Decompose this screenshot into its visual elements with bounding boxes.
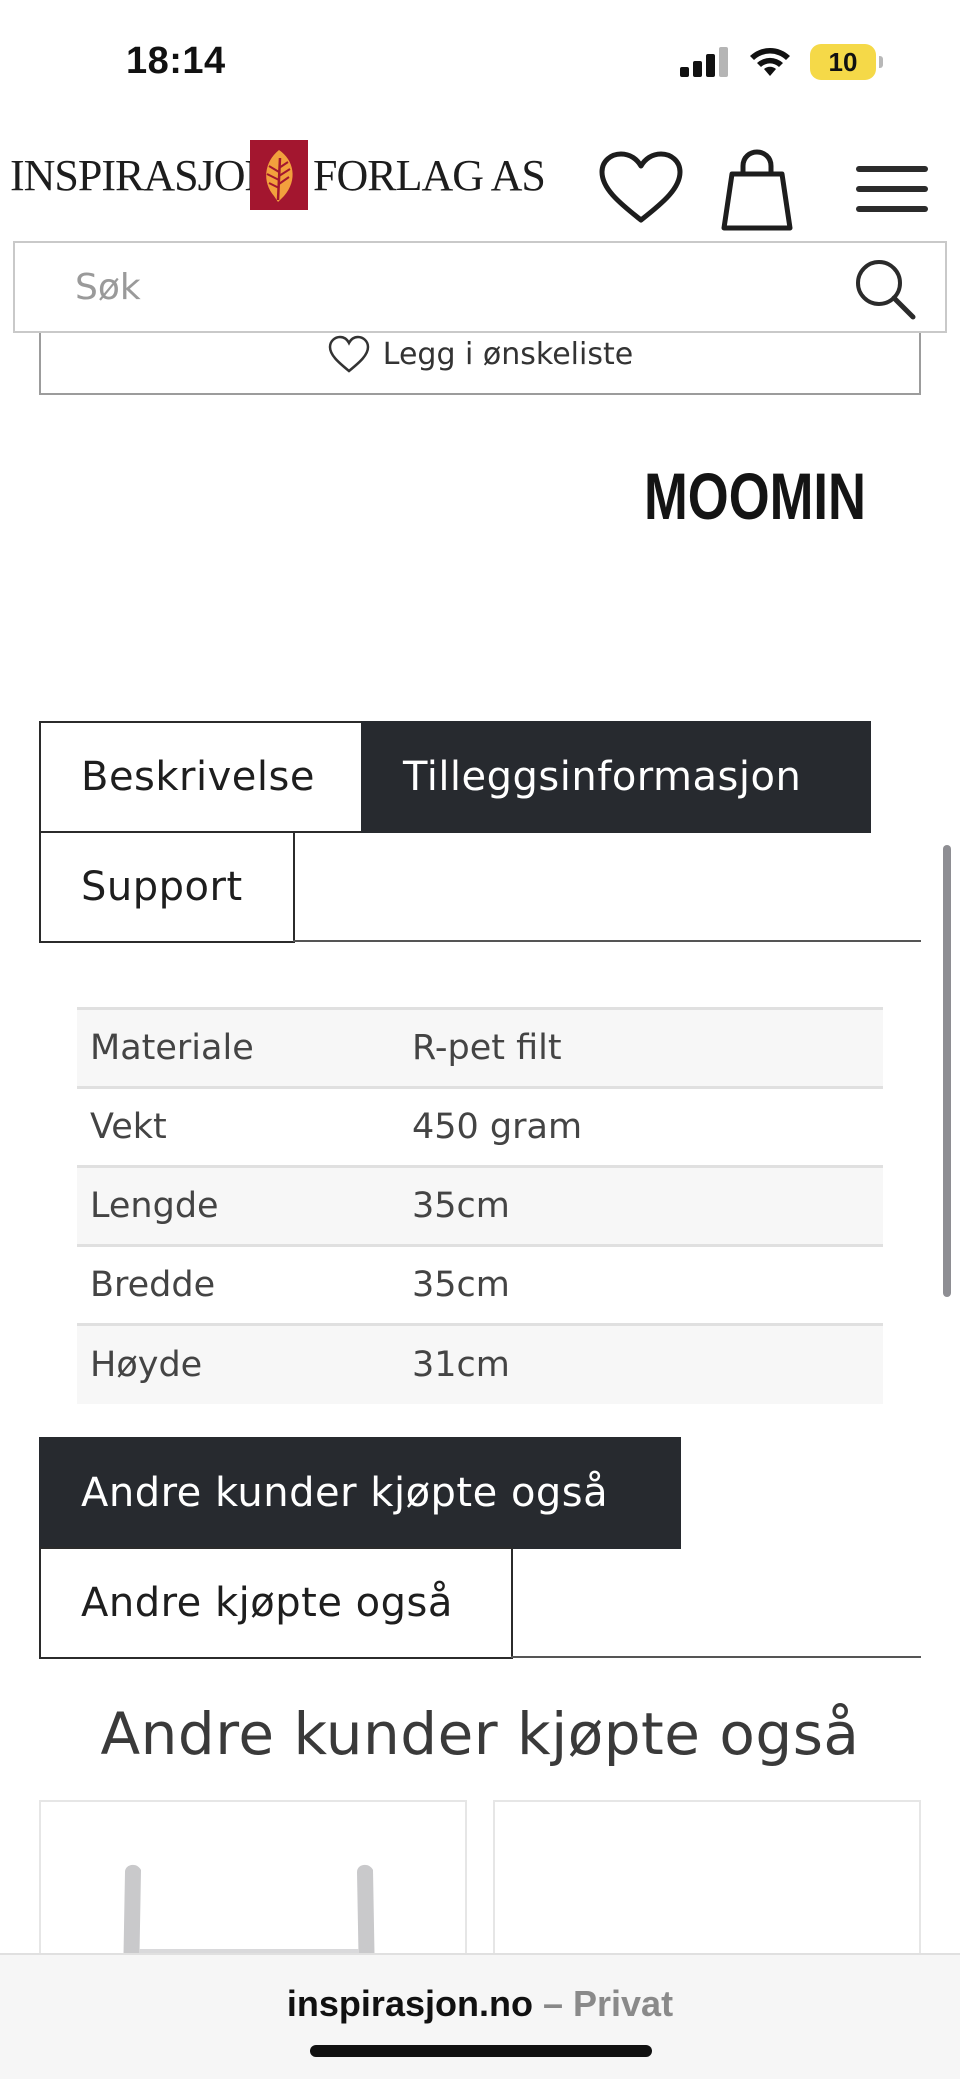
attributes-table: Materiale R-pet filt Vekt 450 gram Lengd… <box>77 1007 883 1404</box>
attribute-value: 450 gram <box>412 1107 583 1147</box>
attribute-label: Materiale <box>90 1028 254 1068</box>
attribute-value: 35cm <box>412 1265 510 1305</box>
scrollbar[interactable] <box>943 845 951 1297</box>
related-products-heading: Andre kunder kjøpte også <box>100 1700 860 1768</box>
tab-additional-info[interactable]: Tilleggsinformasjon <box>361 721 871 833</box>
url-domain: inspirasjon.no <box>286 1983 533 2024</box>
table-row: Vekt 450 gram <box>77 1087 883 1167</box>
table-row: Materiale R-pet filt <box>77 1008 883 1088</box>
search-input[interactable] <box>75 259 775 315</box>
battery-indicator: 10 <box>810 44 883 80</box>
browser-url[interactable]: inspirasjon.no – Privat <box>0 1983 960 2025</box>
heart-icon[interactable] <box>598 150 684 226</box>
shopping-bag-icon[interactable] <box>720 148 794 232</box>
private-mode-label: Privat <box>573 1983 674 2024</box>
table-row: Høyde 31cm <box>77 1324 883 1404</box>
cellular-signal-icon <box>680 47 728 77</box>
battery-level: 10 <box>828 46 858 77</box>
related-tabs-divider <box>511 1656 921 1658</box>
attribute-label: Høyde <box>90 1344 203 1385</box>
attribute-label: Bredde <box>90 1265 216 1305</box>
tab-additional-info-label: Tilleggsinformasjon <box>403 754 802 800</box>
browser-bottom-bar: inspirasjon.no – Privat <box>0 1953 960 2079</box>
tab-support[interactable]: Support <box>39 831 295 943</box>
add-to-wishlist-button[interactable]: Legg i ønskeliste <box>39 333 921 395</box>
wifi-icon <box>750 48 790 76</box>
status-time: 18:14 <box>126 40 226 82</box>
table-row: Lengde 35cm <box>77 1166 883 1246</box>
table-row: Bredde 35cm <box>77 1245 883 1325</box>
url-separator: – <box>542 1983 563 2024</box>
attribute-label: Lengde <box>90 1186 219 1226</box>
tab-others-also-bought-label: Andre kjøpte også <box>81 1580 453 1626</box>
search-icon[interactable] <box>853 257 917 321</box>
hamburger-menu-icon[interactable] <box>856 164 928 214</box>
attribute-value: R-pet filt <box>412 1028 562 1068</box>
status-icons: 10 <box>680 44 883 80</box>
logo-text-right: FORLAG AS <box>313 150 546 200</box>
tab-description-label: Beskrivelse <box>81 754 315 800</box>
attribute-label: Vekt <box>90 1107 167 1147</box>
tab-support-label: Support <box>81 864 243 910</box>
tab-customers-also-bought[interactable]: Andre kunder kjøpte også <box>39 1437 681 1549</box>
attribute-value: 31cm <box>412 1344 510 1385</box>
search-bar <box>13 241 947 333</box>
wishlist-heart-icon <box>328 335 370 373</box>
page: 18:14 10 INSPIRASJON FORLAG AS Søk Legg … <box>0 0 960 2079</box>
brand-logo: MOOMIN <box>644 462 866 528</box>
attribute-value: 35cm <box>412 1186 510 1226</box>
tab-customers-also-bought-label: Andre kunder kjøpte også <box>81 1470 609 1516</box>
site-logo[interactable]: INSPIRASJON FORLAG AS <box>10 140 546 210</box>
tabs-divider <box>293 940 921 942</box>
home-indicator[interactable] <box>310 2045 652 2057</box>
brand-logo-text: MOOMIN <box>644 462 866 528</box>
tab-description[interactable]: Beskrivelse <box>39 721 363 833</box>
wishlist-label: Legg i ønskeliste <box>382 337 634 372</box>
logo-text-left: INSPIRASJON <box>10 150 276 200</box>
tab-others-also-bought[interactable]: Andre kjøpte også <box>39 1547 513 1659</box>
logo-leaf-icon <box>250 140 308 210</box>
